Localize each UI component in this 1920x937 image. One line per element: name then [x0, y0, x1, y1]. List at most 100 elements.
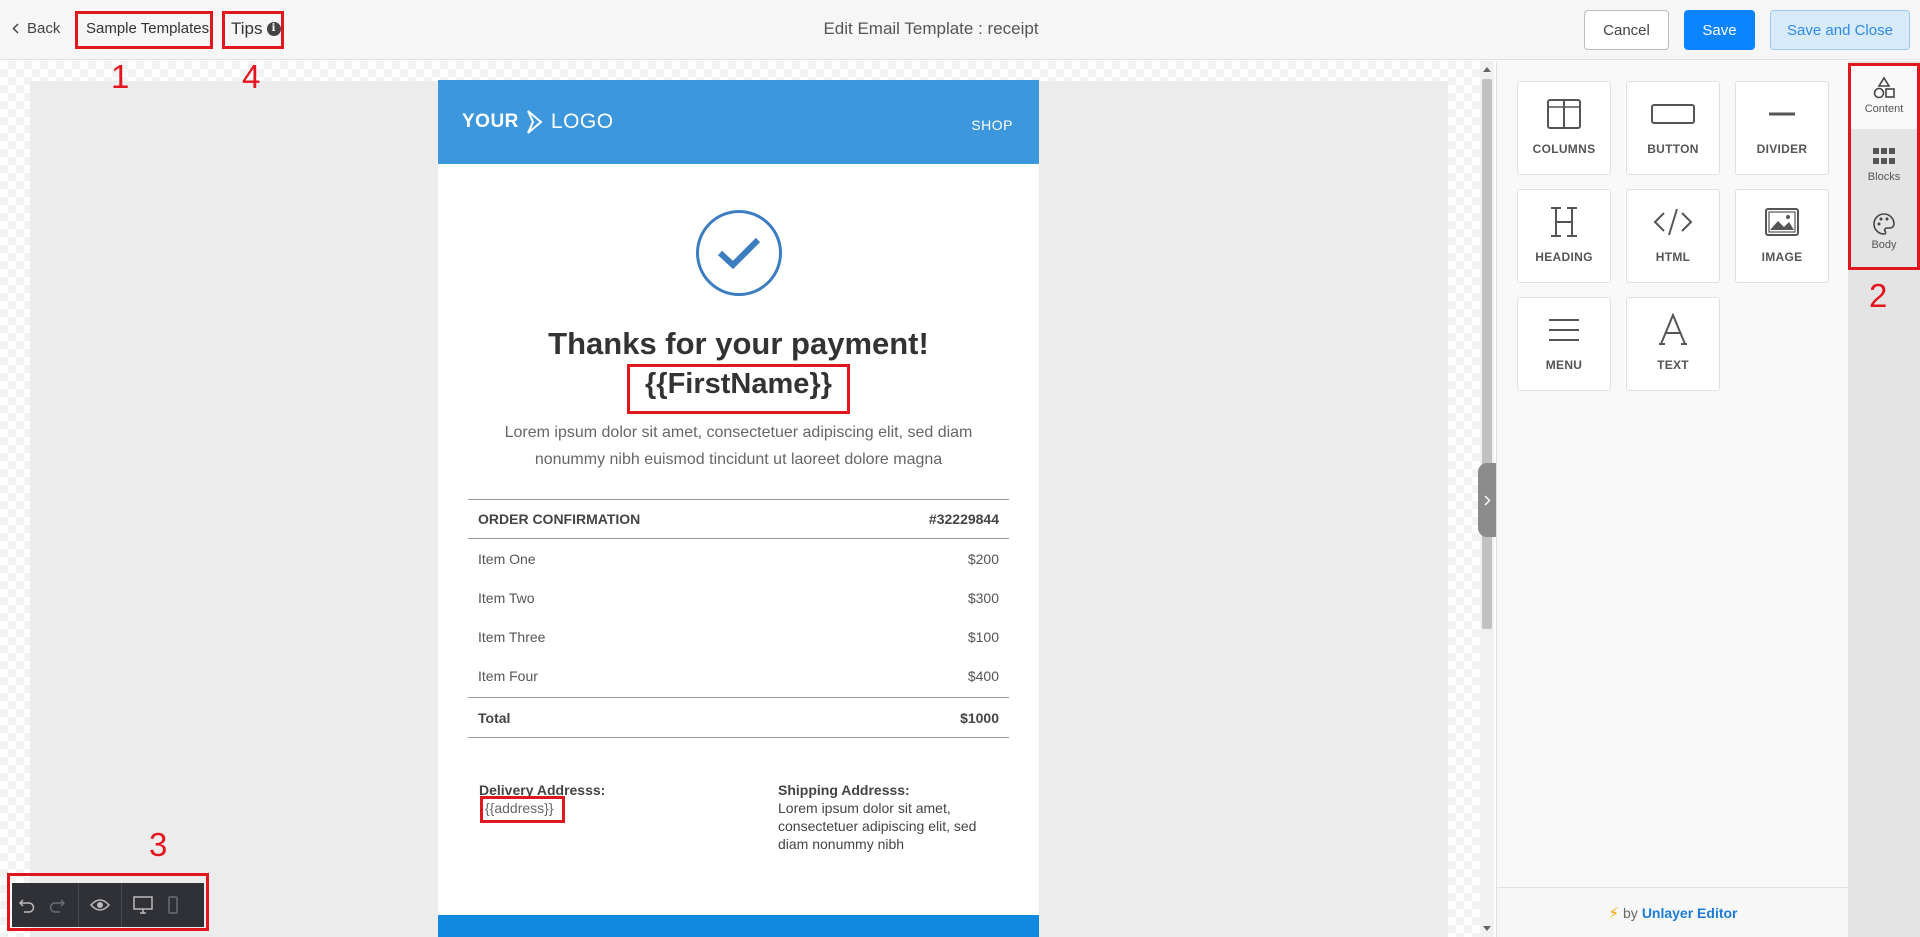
columns-icon [1518, 96, 1610, 132]
annotation-number-2: 2 [1869, 277, 1888, 314]
heading-icon [1518, 204, 1610, 240]
tool-image[interactable]: IMAGE [1735, 189, 1829, 283]
email-preview[interactable]: YOUR LOGO SHOP Thanks for your payment! … [438, 80, 1039, 937]
item-name: Item Two [478, 589, 535, 606]
tool-label: BUTTON [1647, 142, 1699, 156]
tool-button[interactable]: BUTTON [1626, 81, 1720, 175]
panel-footer: ⚡ by Unlayer Editor [1497, 887, 1849, 937]
desktop-icon [133, 896, 153, 914]
undo-icon [18, 899, 35, 913]
order-title: ORDER CONFIRMATION [478, 511, 641, 527]
tool-label: HEADING [1535, 250, 1593, 264]
menu-icon [1518, 312, 1610, 348]
mobile-icon [168, 896, 178, 914]
redo-button[interactable] [42, 883, 72, 927]
table-row: Item Two $300 [468, 578, 1009, 617]
grid-icon [1872, 141, 1896, 171]
item-price: $400 [967, 667, 999, 684]
redo-icon [49, 899, 66, 913]
preview-button[interactable] [85, 883, 115, 927]
tool-columns[interactable]: COLUMNS [1517, 81, 1611, 175]
footer-by: by [1623, 904, 1638, 921]
tool-label: TEXT [1657, 358, 1689, 372]
item-name: Item Three [478, 628, 546, 645]
first-name-tag[interactable]: {{FirstName}} [438, 368, 1039, 401]
delivery-address[interactable]: Delivery Addresss: {{address}} [479, 781, 605, 817]
undo-button[interactable] [12, 883, 42, 927]
palette-icon [1872, 209, 1896, 239]
scroll-up-arrow-icon[interactable] [1483, 67, 1491, 72]
item-price: $200 [967, 550, 999, 567]
tool-label: DIVIDER [1756, 142, 1808, 156]
order-header-row: ORDER CONFIRMATION #32229844 [468, 499, 1009, 539]
logo-word-logo: LOGO [550, 110, 614, 133]
tool-label: MENU [1545, 358, 1583, 372]
tool-menu[interactable]: MENU [1517, 297, 1611, 391]
desktop-view-button[interactable] [128, 883, 158, 927]
chevron-right-icon [1483, 494, 1491, 506]
tab-label: Blocks [1867, 171, 1901, 183]
tool-divider[interactable]: DIVIDER [1735, 81, 1829, 175]
order-table[interactable]: ORDER CONFIRMATION #32229844 Item One $2… [468, 499, 1009, 738]
tab-content[interactable]: Content [1848, 63, 1920, 129]
scrollbar-thumb[interactable] [1482, 79, 1492, 629]
annotation-number-1: 1 [111, 58, 130, 95]
divider-icon [1736, 96, 1828, 132]
tool-label: HTML [1655, 250, 1691, 264]
save-button[interactable]: Save [1684, 10, 1755, 50]
tool-html[interactable]: HTML [1626, 189, 1720, 283]
intro-text[interactable]: Lorem ipsum dolor sit amet, consectetuer… [468, 419, 1009, 473]
annotation-number-4: 4 [242, 58, 261, 95]
logo: YOUR LOGO [462, 109, 614, 135]
scroll-down-arrow-icon[interactable] [1483, 926, 1491, 931]
canvas-toolbar [12, 883, 204, 927]
shipping-label: Shipping Addresss: [778, 782, 910, 798]
item-price: $300 [967, 589, 999, 606]
cancel-button[interactable]: Cancel [1584, 10, 1669, 50]
item-price: $100 [967, 628, 999, 645]
total-label: Total [478, 709, 511, 726]
tool-heading[interactable]: HEADING [1517, 189, 1611, 283]
shipping-text: Lorem ipsum dolor sit amet, consectetuer… [778, 800, 977, 852]
tab-blocks[interactable]: Blocks [1848, 131, 1920, 197]
bolt-icon: ⚡ [1608, 904, 1620, 922]
item-name: Item One [478, 550, 536, 567]
save-and-close-button[interactable]: Save and Close [1770, 10, 1910, 50]
eye-icon [90, 899, 110, 911]
button-icon [1627, 96, 1719, 132]
annotation-number-3: 3 [149, 826, 168, 863]
table-row: Item One $200 [468, 539, 1009, 578]
shapes-icon [1872, 73, 1896, 103]
table-row: Item Three $100 [468, 617, 1009, 656]
toolbar-divider [78, 883, 79, 927]
html-icon [1627, 204, 1719, 240]
tab-label: Body [1871, 239, 1897, 251]
table-row: Item Four $400 [468, 656, 1009, 695]
tool-label: IMAGE [1761, 250, 1803, 264]
side-tab-bar: Content Blocks Body [1848, 61, 1920, 937]
tab-body[interactable]: Body [1848, 199, 1920, 265]
page-title: Edit Email Template : receipt [823, 19, 1039, 38]
mobile-view-button[interactable] [158, 883, 188, 927]
item-name: Item Four [478, 667, 538, 684]
tool-text[interactable]: TEXT [1626, 297, 1720, 391]
logo-word-your: YOUR [462, 111, 519, 132]
top-bar: Back Sample Templates Tips i Edit Email … [0, 0, 1920, 60]
total-row: Total $1000 [468, 697, 1009, 738]
unlayer-link[interactable]: Unlayer Editor [1642, 905, 1738, 921]
email-header[interactable]: YOUR LOGO SHOP [438, 80, 1039, 164]
total-value: $1000 [960, 709, 999, 726]
address-tag: {{address}} [485, 800, 554, 816]
order-number: #32229844 [928, 511, 999, 527]
collapse-panel-button[interactable] [1478, 463, 1496, 537]
logo-chevron-icon [526, 110, 543, 134]
email-heading[interactable]: Thanks for your payment! [438, 326, 1039, 362]
shipping-address[interactable]: Shipping Addresss: Lorem ipsum dolor sit… [778, 781, 988, 853]
tab-label: Content [1864, 103, 1904, 115]
toolbar-divider [121, 883, 122, 927]
email-footer-bar[interactable] [438, 915, 1039, 937]
content-panel: COLUMNS BUTTON DIVIDER HEADING HTML IMAG… [1496, 61, 1849, 937]
shop-link[interactable]: SHOP [971, 117, 1013, 133]
text-icon [1627, 312, 1719, 348]
checkmark-icon [696, 210, 782, 296]
